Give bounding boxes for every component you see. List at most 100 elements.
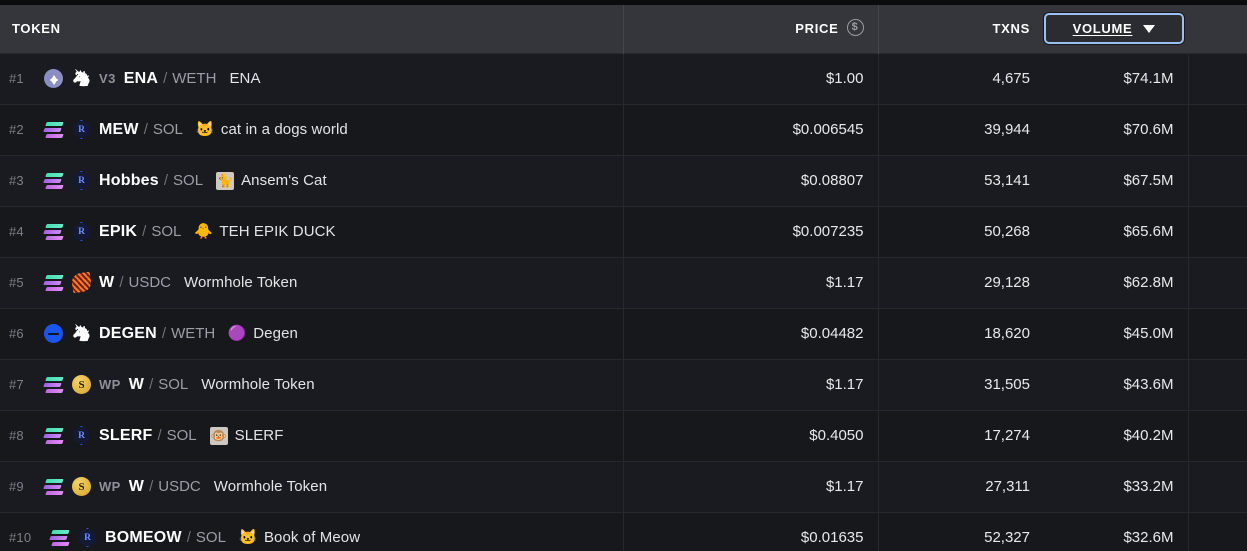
token-name: Wormhole Token <box>184 274 298 291</box>
column-header-token[interactable]: TOKEN <box>0 5 624 53</box>
pair-separator: / <box>119 273 124 291</box>
table-body: #1 🦄 V3 ENA / WETH ENA $1.00 4,675 $74.1M #2 R MEW / S… <box>0 52 1247 551</box>
lifinity-icon <box>70 271 93 294</box>
token-cell-content: #8 R SLERF / SOL 🐵 SLERF <box>9 411 617 461</box>
column-header-volume[interactable]: VOLUME <box>1040 5 1188 53</box>
token-cell-content: #9 S WP W / USDC Wormhole Token <box>9 462 617 512</box>
table-row[interactable]: #10 R BOMEOW / SOL 🐱 Book of Meow $0.01635 52,32… <box>0 511 1247 551</box>
pair-label: EPIK / SOL <box>99 223 181 241</box>
solana-chain-icon <box>43 477 64 496</box>
table-row[interactable]: #8 R SLERF / SOL 🐵 SLERF $0.4050 17,274 $40.2M <box>0 409 1247 461</box>
token-cell-content: #3 R Hobbes / SOL 🐈 Ansem's Cat <box>9 156 617 206</box>
token-avatar-icon: 🐱 <box>238 529 258 546</box>
cell-volume: $62.8M <box>1040 256 1189 308</box>
raydium-icon: R <box>79 528 96 547</box>
cell-volume: $67.5M <box>1040 154 1189 206</box>
cell-volume: $32.6M <box>1040 511 1189 551</box>
cell-token[interactable]: #1 🦄 V3 ENA / WETH ENA <box>0 52 624 104</box>
dex-version-label: V3 <box>99 71 116 86</box>
pair-base-symbol: ENA <box>123 69 159 87</box>
row-rank: #8 <box>9 428 24 443</box>
table-row[interactable]: #5 W / USDC Wormhole Token $1.17 29,128 $62.8M <box>0 256 1247 308</box>
token-name: Book of Meow <box>263 529 361 546</box>
table-row[interactable]: #1 🦄 V3 ENA / WETH ENA $1.00 4,675 $74.1M <box>0 52 1247 104</box>
raydium-icon: R <box>73 171 90 190</box>
cell-token[interactable]: #10 R BOMEOW / SOL 🐱 Book of Meow <box>0 511 624 551</box>
row-rank: #10 <box>9 530 32 545</box>
pair-base-symbol: W <box>128 375 145 393</box>
pair-separator: / <box>186 528 191 546</box>
cell-token[interactable]: #6 🦄 DEGEN / WETH 🟣 Degen <box>0 307 624 359</box>
pair-label: ENA / WETH <box>124 70 217 88</box>
cell-price: $1.17 <box>623 460 879 512</box>
table-row[interactable]: #4 R EPIK / SOL 🐥 TEH EPIK DUCK $0.007235 50,268… <box>0 205 1247 257</box>
cell-token[interactable]: #5 W / USDC Wormhole Token <box>0 256 624 308</box>
pair-base-symbol: SLERF <box>99 426 153 444</box>
token-cell-content: #7 S WP W / SOL Wormhole Token <box>9 360 617 410</box>
cell-txns: 53,141 <box>878 154 1040 206</box>
volume-sort-button[interactable]: VOLUME <box>1044 13 1184 45</box>
solana-chain-icon <box>43 222 64 241</box>
pair-base-symbol: EPIK <box>99 222 138 240</box>
pair-base-symbol: W <box>128 477 145 495</box>
cell-token[interactable]: #8 R SLERF / SOL 🐵 SLERF <box>0 409 624 461</box>
column-header-price[interactable]: PRICE $ <box>623 5 879 53</box>
token-name: Ansem's Cat <box>241 172 327 189</box>
header-row: TOKEN PRICE $ TXNS VOLUME <box>0 5 1247 53</box>
cell-spacer <box>1188 307 1247 359</box>
raydium-icon: R <box>73 120 90 139</box>
token-name: Wormhole Token <box>213 478 328 495</box>
solana-chain-icon <box>43 120 64 139</box>
pair-quote-symbol: SOL <box>195 528 226 546</box>
row-rank: #4 <box>9 224 24 239</box>
token-cell-content: #1 🦄 V3 ENA / WETH ENA <box>9 54 617 104</box>
row-rank: #6 <box>9 326 24 341</box>
dex-version-label: WP <box>99 479 121 494</box>
cell-token[interactable]: #3 R Hobbes / SOL 🐈 Ansem's Cat <box>0 154 624 206</box>
row-rank: #7 <box>9 377 24 392</box>
column-header-txns[interactable]: TXNS <box>878 5 1040 53</box>
cell-token[interactable]: #7 S WP W / SOL Wormhole Token <box>0 358 624 410</box>
pair-label: MEW / SOL <box>99 121 183 139</box>
pair-separator: / <box>143 120 148 138</box>
pair-separator: / <box>142 222 147 240</box>
pair-separator: / <box>149 375 154 393</box>
cell-token[interactable]: #9 S WP W / USDC Wormhole Token <box>0 460 624 512</box>
cell-price: $0.04482 <box>623 307 879 359</box>
table-row[interactable]: #3 R Hobbes / SOL 🐈 Ansem's Cat $0.08807 53,141 $… <box>0 154 1247 206</box>
table-header: TOKEN PRICE $ TXNS VOLUME <box>0 5 1247 53</box>
cell-token[interactable]: #4 R EPIK / SOL 🐥 TEH EPIK DUCK <box>0 205 624 257</box>
cell-volume: $33.2M <box>1040 460 1189 512</box>
table-row[interactable]: #7 S WP W / SOL Wormhole Token $1.17 31,505 $43.6… <box>0 358 1247 410</box>
token-pairs-screen: TOKEN PRICE $ TXNS VOLUME #1 🦄 V3 ENA / … <box>0 0 1247 551</box>
cell-price: $0.08807 <box>623 154 879 206</box>
raydium-icon: R <box>73 426 90 445</box>
cell-txns: 27,311 <box>878 460 1040 512</box>
pair-quote-symbol: WETH <box>172 69 217 87</box>
cell-txns: 39,944 <box>878 103 1040 155</box>
table-row[interactable]: #6 🦄 DEGEN / WETH 🟣 Degen $0.04482 18,620 $45.0M <box>0 307 1247 359</box>
pair-base-symbol: BOMEOW <box>105 528 182 546</box>
cell-spacer <box>1188 358 1247 410</box>
table-row[interactable]: #2 R MEW / SOL 🐱 cat in a dogs world $0.006545 3… <box>0 103 1247 155</box>
cell-price: $0.4050 <box>623 409 879 461</box>
pair-base-symbol: Hobbes <box>99 171 159 189</box>
pair-label: SLERF / SOL <box>99 427 197 445</box>
raydium-icon: R <box>73 222 90 241</box>
pair-base-symbol: W <box>99 273 115 291</box>
cell-token[interactable]: #2 R MEW / SOL 🐱 cat in a dogs world <box>0 103 624 155</box>
cell-price: $0.01635 <box>623 511 879 551</box>
dollar-circle-icon: $ <box>846 19 864 37</box>
token-name: Degen <box>253 325 298 342</box>
pair-separator: / <box>149 477 154 495</box>
token-cell-content: #6 🦄 DEGEN / WETH 🟣 Degen <box>9 309 617 359</box>
pair-label: W / SOL <box>129 376 189 394</box>
cell-spacer <box>1188 460 1247 512</box>
whirlpool-icon: S <box>72 375 91 394</box>
cell-volume: $40.2M <box>1040 409 1189 461</box>
dex-version-label: WP <box>99 377 121 392</box>
table-row[interactable]: #9 S WP W / USDC Wormhole Token $1.17 27,311 $33.… <box>0 460 1247 512</box>
row-rank: #2 <box>9 122 24 137</box>
chevron-down-icon <box>1143 24 1156 33</box>
cell-volume: $43.6M <box>1040 358 1189 410</box>
